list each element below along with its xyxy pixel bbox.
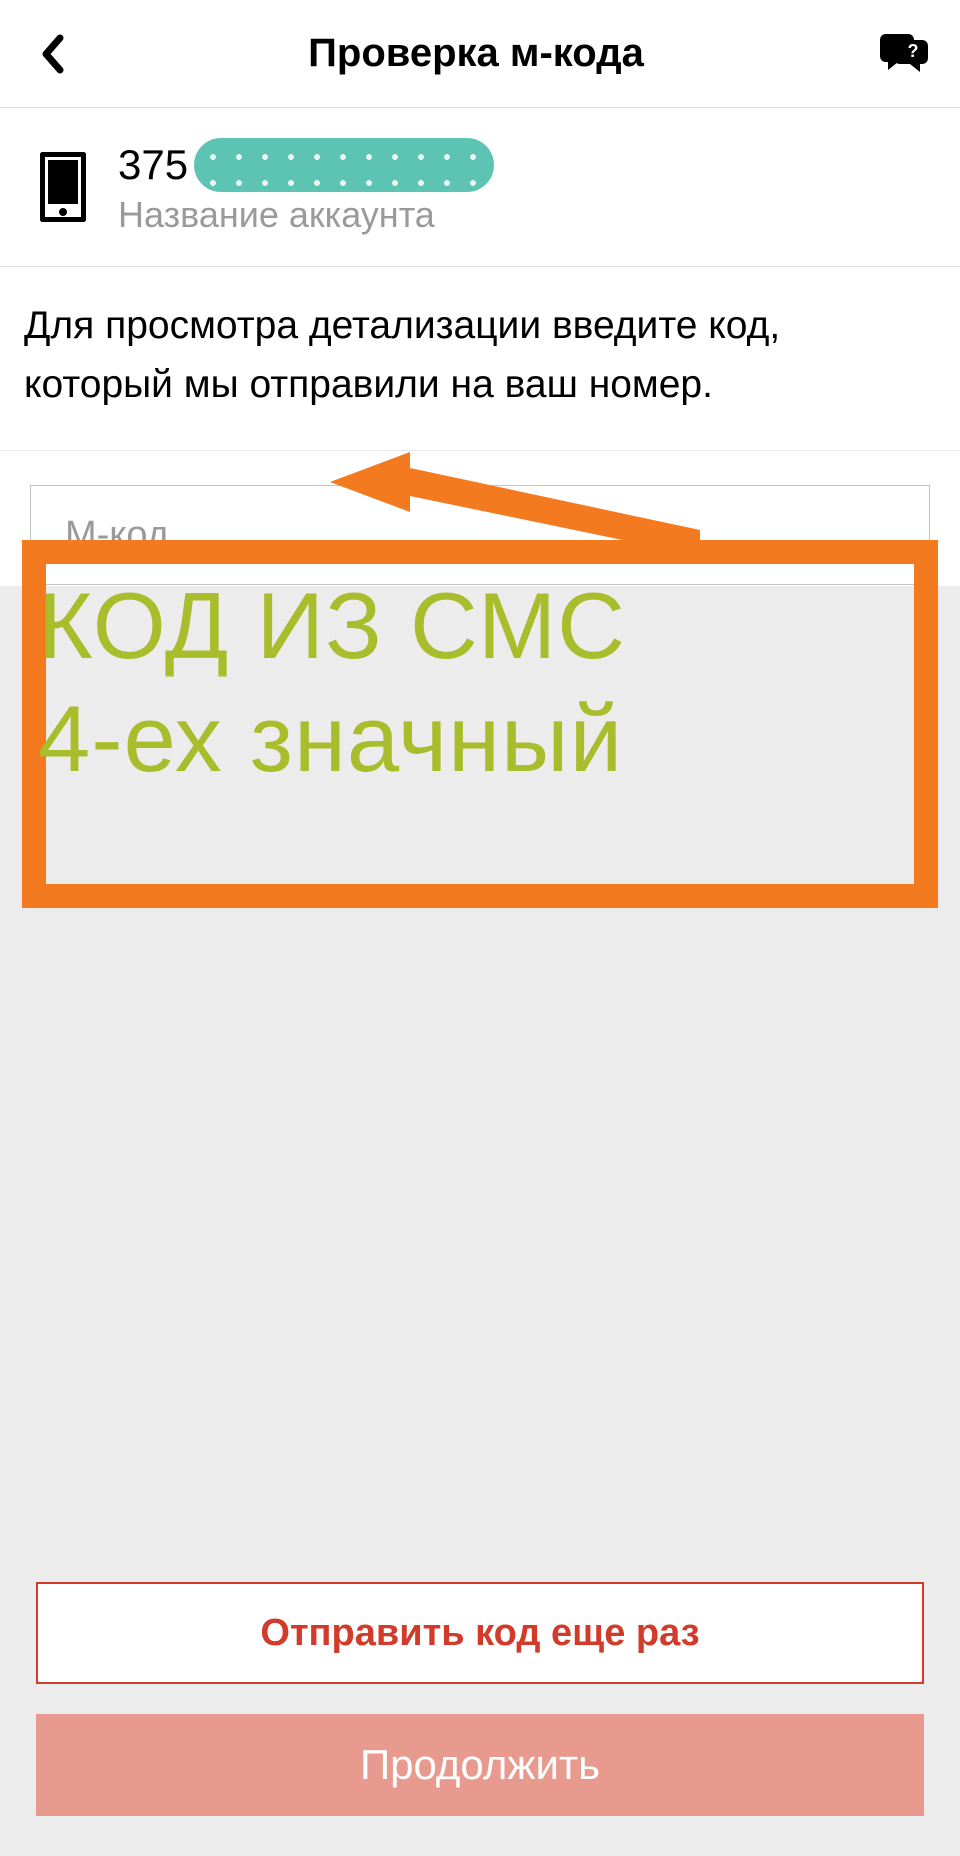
bottom-buttons: Отправить код еще раз Продолжить — [0, 1582, 960, 1816]
annotation-text: КОД ИЗ СМС 4-ех значный — [38, 570, 626, 796]
phone-row: 375 — [118, 138, 494, 192]
resend-code-button[interactable]: Отправить код еще раз — [36, 1582, 924, 1684]
back-button[interactable] — [28, 30, 76, 78]
chevron-left-icon — [40, 34, 64, 74]
page-title: Проверка м-кода — [76, 31, 876, 76]
continue-button[interactable]: Продолжить — [36, 1714, 924, 1816]
phone-number: 375 — [118, 141, 188, 189]
account-name-label: Название аккаунта — [118, 194, 494, 236]
chat-help-icon: ? — [878, 30, 930, 78]
account-section: 375 Название аккаунта — [0, 108, 960, 267]
phone-number-redacted — [194, 138, 494, 192]
account-text: 375 Название аккаунта — [118, 138, 494, 236]
instruction-text: Для просмотра детализации введите код, к… — [0, 267, 960, 451]
header: Проверка м-кода ? — [0, 0, 960, 108]
help-button[interactable]: ? — [876, 26, 932, 82]
svg-text:?: ? — [908, 41, 919, 61]
phone-device-icon — [40, 152, 86, 222]
